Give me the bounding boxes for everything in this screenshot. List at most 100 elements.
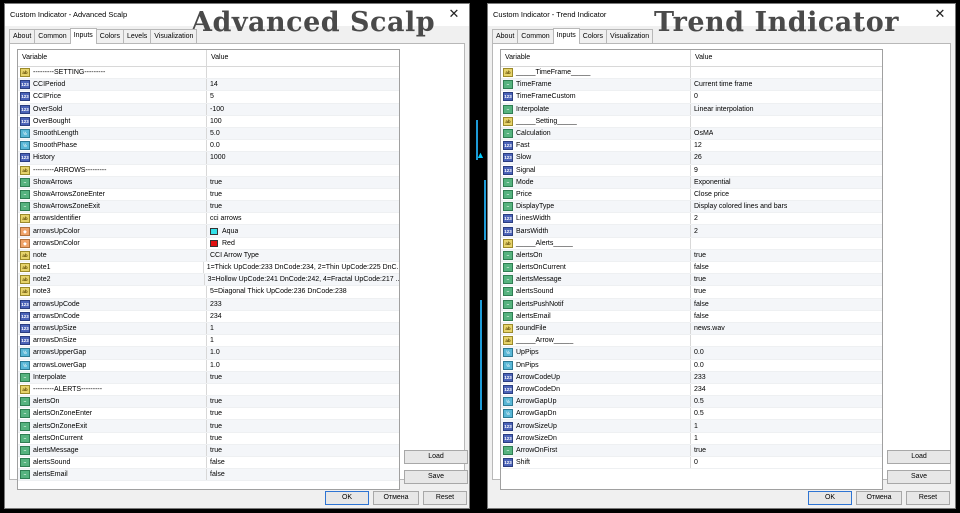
- value-cell[interactable]: 234: [691, 384, 706, 395]
- table-row[interactable]: ~ Mode Exponential: [501, 176, 882, 189]
- value-cell[interactable]: 1=Thick UpCode:233 DnCode:234, 2=Thin Up…: [204, 262, 399, 273]
- tab-levels[interactable]: Levels: [123, 29, 152, 43]
- value-cell[interactable]: 0.0: [207, 140, 220, 151]
- load-button[interactable]: Load: [404, 450, 468, 464]
- table-row[interactable]: 123 arrowsUpSize 1: [18, 322, 399, 336]
- inputs-grid[interactable]: Variable Value ab _____TimeFrame_____ ~ Tim…: [500, 49, 883, 490]
- value-cell[interactable]: 233: [691, 372, 706, 383]
- value-cell[interactable]: 12: [691, 140, 702, 151]
- table-row[interactable]: 123 OverSold -100: [18, 103, 399, 116]
- table-row[interactable]: 123 OverBought 100: [18, 115, 399, 128]
- value-cell[interactable]: false: [207, 469, 225, 480]
- table-row[interactable]: ~ ShowArrowsZoneEnter true: [18, 188, 399, 202]
- value-cell[interactable]: true: [691, 250, 706, 261]
- table-row[interactable]: ◆ arrowsUpColor Aqua: [18, 225, 399, 238]
- table-row[interactable]: 123 arrowsDnCode 234: [18, 310, 399, 323]
- table-row[interactable]: 123 Slow 26: [501, 152, 882, 165]
- table-row[interactable]: ½ ArrowGapUp 0.5: [501, 396, 882, 409]
- value-cell[interactable]: Red: [207, 238, 235, 249]
- reset-button[interactable]: Reset: [423, 491, 467, 505]
- value-cell[interactable]: true: [691, 274, 706, 285]
- table-row[interactable]: ~ alertsOnCurrent false: [501, 262, 882, 275]
- value-cell[interactable]: 26: [691, 152, 702, 163]
- table-row[interactable]: ~ alertsSound true: [501, 286, 882, 299]
- value-cell[interactable]: 1: [691, 433, 698, 444]
- value-cell[interactable]: -100: [207, 104, 224, 115]
- tab-colors[interactable]: Colors: [95, 29, 125, 43]
- value-cell[interactable]: 5.0: [207, 128, 220, 139]
- header-variable[interactable]: Variable: [18, 50, 207, 66]
- table-row[interactable]: ab soundFile news.wav: [501, 322, 882, 336]
- value-cell[interactable]: true: [207, 177, 222, 188]
- table-row[interactable]: 123 CCIPrice 5: [18, 91, 399, 104]
- table-row[interactable]: ~ DisplayType Display colored lines and ba…: [501, 201, 882, 214]
- value-cell[interactable]: Current time frame: [691, 79, 752, 90]
- value-cell[interactable]: [207, 67, 210, 78]
- value-cell[interactable]: 2: [691, 225, 698, 236]
- table-row[interactable]: ab _____Arrow_____: [501, 335, 882, 348]
- table-row[interactable]: ~ alertsOn true: [501, 249, 882, 262]
- header-value[interactable]: Value: [691, 50, 712, 66]
- value-cell[interactable]: Aqua: [207, 225, 238, 236]
- value-cell[interactable]: OsMA: [691, 128, 713, 139]
- value-cell[interactable]: Close price: [691, 189, 729, 200]
- value-cell[interactable]: 0.5: [691, 408, 704, 419]
- value-cell[interactable]: [691, 335, 694, 346]
- value-cell[interactable]: 100: [207, 116, 222, 127]
- value-cell[interactable]: 0.5: [691, 396, 704, 407]
- value-cell[interactable]: 0: [691, 457, 698, 468]
- cancel-button[interactable]: Отмена: [373, 491, 419, 505]
- value-cell[interactable]: 1: [207, 323, 214, 334]
- table-row[interactable]: ◆ arrowsDnColor Red: [18, 237, 399, 250]
- value-cell[interactable]: true: [691, 445, 706, 456]
- table-row[interactable]: ~ alertsOnCurrent true: [18, 432, 399, 445]
- tab-about[interactable]: About: [9, 29, 36, 43]
- reset-button[interactable]: Reset: [906, 491, 950, 505]
- table-row[interactable]: ~ Calculation OsMA: [501, 127, 882, 141]
- table-row[interactable]: 123 BarsWidth 2: [501, 225, 882, 238]
- table-row[interactable]: 123 CCIPeriod 14: [18, 79, 399, 92]
- tab-colors[interactable]: Colors: [578, 29, 608, 43]
- value-cell[interactable]: 1: [207, 335, 214, 346]
- header-value[interactable]: Value: [207, 50, 228, 66]
- value-cell[interactable]: 5=Diagonal Thick UpCode:236 DnCode:238: [207, 286, 347, 297]
- value-cell[interactable]: false: [691, 299, 709, 310]
- value-cell[interactable]: news.wav: [691, 323, 725, 334]
- value-cell[interactable]: 14: [207, 79, 218, 90]
- value-cell[interactable]: true: [207, 372, 222, 383]
- table-row[interactable]: ~ ShowArrows true: [18, 176, 399, 189]
- header-variable[interactable]: Variable: [501, 50, 691, 66]
- table-row[interactable]: 123 Signal 9: [501, 164, 882, 177]
- value-cell[interactable]: Linear interpolation: [691, 104, 754, 115]
- table-row[interactable]: ab note1 1=Thick UpCode:233 DnCode:234, 2=…: [18, 262, 399, 275]
- value-cell[interactable]: true: [207, 201, 222, 212]
- table-row[interactable]: ab _____Setting_____: [501, 115, 882, 128]
- tab-visualization[interactable]: Visualization: [150, 29, 198, 43]
- table-row[interactable]: ~ ArrowOnFirst true: [501, 444, 882, 457]
- table-row[interactable]: ab _____Alerts_____: [501, 237, 882, 250]
- table-row[interactable]: 123 ArrowCodeDn 234: [501, 383, 882, 397]
- table-row[interactable]: ~ Price Close price: [501, 188, 882, 202]
- tab-common[interactable]: Common: [517, 29, 554, 43]
- value-cell[interactable]: 0: [691, 91, 698, 102]
- value-cell[interactable]: [691, 116, 694, 127]
- table-row[interactable]: 123 LinesWidth 2: [501, 213, 882, 226]
- value-cell[interactable]: 2: [691, 213, 698, 224]
- tab-visualization[interactable]: Visualization: [606, 29, 654, 43]
- table-row[interactable]: ½ arrowsLowerGap 1.0: [18, 359, 399, 372]
- table-row[interactable]: ~ Interpolate Linear interpolation: [501, 103, 882, 116]
- save-button[interactable]: Save: [887, 470, 951, 484]
- value-cell[interactable]: cci arrows: [207, 213, 242, 224]
- value-cell[interactable]: true: [207, 189, 222, 200]
- value-cell[interactable]: 9: [691, 165, 698, 176]
- value-cell[interactable]: Display colored lines and bars: [691, 201, 787, 212]
- table-row[interactable]: ab ---------ARROWS---------: [18, 164, 399, 177]
- table-row[interactable]: ~ alertsOn true: [18, 396, 399, 409]
- table-row[interactable]: ½ arrowsUpperGap 1.0: [18, 347, 399, 360]
- table-row[interactable]: ~ alertsPushNotif false: [501, 298, 882, 311]
- table-row[interactable]: ~ alertsMessage true: [501, 274, 882, 287]
- value-cell[interactable]: true: [207, 396, 222, 407]
- ok-button[interactable]: OK: [325, 491, 369, 505]
- value-cell[interactable]: false: [691, 262, 709, 273]
- table-row[interactable]: ab arrowsIdentifier cci arrows: [18, 213, 399, 226]
